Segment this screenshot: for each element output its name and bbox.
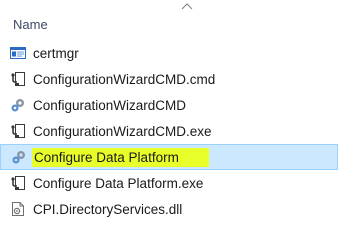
msc-console-icon [10,45,26,61]
sort-ascending-chevron-up-icon [181,3,193,10]
file-row-certmgr[interactable]: certmgr [0,40,338,66]
file-row-configurationwizardcmd[interactable]: ConfigurationWizardCMD [0,92,338,118]
file-name: CPI.DirectoryServices.dll [33,201,183,217]
file-name: Configure Data Platform.exe [33,175,204,191]
file-name-highlighted: Configure Data Platform [32,147,209,167]
file-row-configurationwizardcmd-cmd[interactable]: ConfigurationWizardCMD.cmd [0,66,338,92]
file-row-cpi-directoryservices-dll[interactable]: CPI.DirectoryServices.dll [0,196,338,222]
file-name: ConfigurationWizardCMD.exe [33,123,212,139]
batch-file-icon [10,71,26,87]
file-name: ConfigurationWizardCMD [33,97,187,113]
file-list: certmgr ConfigurationWizardCMD.cmd Confi… [0,40,338,222]
file-row-configure-data-platform[interactable]: Configure Data Platform [0,144,338,170]
file-row-configure-data-platform-exe[interactable]: Configure Data Platform.exe [0,170,338,196]
file-name: ConfigurationWizardCMD.cmd [33,71,216,87]
gear-settings-icon [10,97,26,113]
batch-file-icon [10,175,26,191]
batch-file-icon [10,123,26,139]
file-row-configurationwizardcmd-exe[interactable]: ConfigurationWizardCMD.exe [0,118,338,144]
dll-file-icon [10,201,26,217]
gear-settings-icon [11,149,27,165]
name-column-header[interactable]: Name [13,12,133,38]
file-name: certmgr [33,45,79,61]
